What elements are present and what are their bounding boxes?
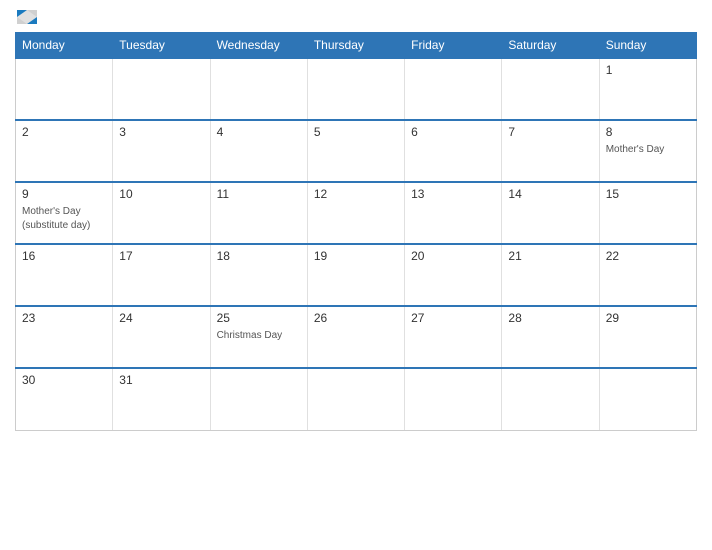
calendar-cell: 27 <box>405 306 502 368</box>
day-number: 9 <box>22 187 106 201</box>
day-number: 16 <box>22 249 106 263</box>
calendar-cell: 24 <box>113 306 210 368</box>
day-number: 27 <box>411 311 495 325</box>
day-number: 26 <box>314 311 398 325</box>
calendar-cell: 7 <box>502 120 599 182</box>
day-number: 31 <box>119 373 203 387</box>
day-number: 17 <box>119 249 203 263</box>
header <box>15 10 697 24</box>
weekday-header-row: MondayTuesdayWednesdayThursdayFridaySatu… <box>16 33 697 59</box>
day-number: 10 <box>119 187 203 201</box>
calendar-cell: 22 <box>599 244 696 306</box>
calendar-header: MondayTuesdayWednesdayThursdayFridaySatu… <box>16 33 697 59</box>
calendar-cell: 21 <box>502 244 599 306</box>
day-number: 18 <box>217 249 301 263</box>
day-number: 28 <box>508 311 592 325</box>
calendar-cell <box>16 58 113 120</box>
calendar-cell <box>502 58 599 120</box>
day-number: 23 <box>22 311 106 325</box>
calendar-cell: 9 Mother's Day (substitute day) <box>16 182 113 244</box>
calendar-cell <box>113 58 210 120</box>
calendar-cell <box>307 368 404 430</box>
calendar-cell: 2 <box>16 120 113 182</box>
day-number: 14 <box>508 187 592 201</box>
holiday-label: Christmas Day <box>217 330 283 341</box>
calendar-cell <box>210 368 307 430</box>
day-number: 25 <box>217 311 301 325</box>
calendar-cell: 25 Christmas Day <box>210 306 307 368</box>
day-number: 1 <box>606 63 690 77</box>
calendar-cell: 23 <box>16 306 113 368</box>
calendar-cell <box>599 368 696 430</box>
calendar-week-row: 9 Mother's Day (substitute day) 10 11 12 13 14… <box>16 182 697 244</box>
holiday-label: Mother's Day (substitute day) <box>22 206 90 231</box>
calendar-cell: 13 <box>405 182 502 244</box>
calendar-cell: 6 <box>405 120 502 182</box>
day-number: 2 <box>22 125 106 139</box>
day-number: 30 <box>22 373 106 387</box>
page: MondayTuesdayWednesdayThursdayFridaySatu… <box>0 0 712 550</box>
calendar-body: 12345678Mother's Day9Mother's Day (subst… <box>16 58 697 430</box>
day-number: 19 <box>314 249 398 263</box>
calendar-week-row: 1 <box>16 58 697 120</box>
calendar-cell: 26 <box>307 306 404 368</box>
calendar-week-row: 23 24 25 Christmas Day 26 27 28 29 <box>16 306 697 368</box>
holiday-label: Mother's Day <box>606 144 665 155</box>
calendar-cell: 8 Mother's Day <box>599 120 696 182</box>
calendar-cell: 20 <box>405 244 502 306</box>
calendar-cell: 29 <box>599 306 696 368</box>
weekday-header-thursday: Thursday <box>307 33 404 59</box>
calendar-cell: 28 <box>502 306 599 368</box>
day-number: 20 <box>411 249 495 263</box>
calendar-cell: 12 <box>307 182 404 244</box>
day-number: 4 <box>217 125 301 139</box>
calendar-cell: 10 <box>113 182 210 244</box>
day-number: 3 <box>119 125 203 139</box>
calendar-week-row: 2345678 Mother's Day <box>16 120 697 182</box>
day-number: 29 <box>606 311 690 325</box>
calendar-cell: 15 <box>599 182 696 244</box>
day-number: 21 <box>508 249 592 263</box>
day-number: 15 <box>606 187 690 201</box>
calendar-cell <box>307 58 404 120</box>
calendar-week-row: 16 17 18 19 20 21 22 <box>16 244 697 306</box>
day-number: 24 <box>119 311 203 325</box>
day-number: 8 <box>606 125 690 139</box>
calendar-cell: 11 <box>210 182 307 244</box>
day-number: 12 <box>314 187 398 201</box>
calendar-cell: 30 <box>16 368 113 430</box>
calendar-cell: 5 <box>307 120 404 182</box>
day-number: 7 <box>508 125 592 139</box>
weekday-header-wednesday: Wednesday <box>210 33 307 59</box>
calendar-cell: 14 <box>502 182 599 244</box>
calendar-cell <box>405 368 502 430</box>
calendar-cell: 19 <box>307 244 404 306</box>
day-number: 22 <box>606 249 690 263</box>
day-number: 13 <box>411 187 495 201</box>
day-number: 5 <box>314 125 398 139</box>
calendar-cell <box>210 58 307 120</box>
calendar-cell: 16 <box>16 244 113 306</box>
weekday-header-saturday: Saturday <box>502 33 599 59</box>
calendar-cell: 31 <box>113 368 210 430</box>
calendar-cell: 3 <box>113 120 210 182</box>
calendar-cell: 17 <box>113 244 210 306</box>
day-number: 6 <box>411 125 495 139</box>
calendar-week-row: 30 31 <box>16 368 697 430</box>
weekday-header-tuesday: Tuesday <box>113 33 210 59</box>
weekday-header-monday: Monday <box>16 33 113 59</box>
day-number: 11 <box>217 187 301 201</box>
calendar-cell: 1 <box>599 58 696 120</box>
calendar-cell <box>502 368 599 430</box>
weekday-header-friday: Friday <box>405 33 502 59</box>
calendar-cell <box>405 58 502 120</box>
weekday-header-sunday: Sunday <box>599 33 696 59</box>
logo <box>15 10 37 24</box>
calendar-cell: 18 <box>210 244 307 306</box>
calendar-cell: 4 <box>210 120 307 182</box>
calendar-table: MondayTuesdayWednesdayThursdayFridaySatu… <box>15 32 697 431</box>
logo-flag-icon <box>17 10 37 24</box>
